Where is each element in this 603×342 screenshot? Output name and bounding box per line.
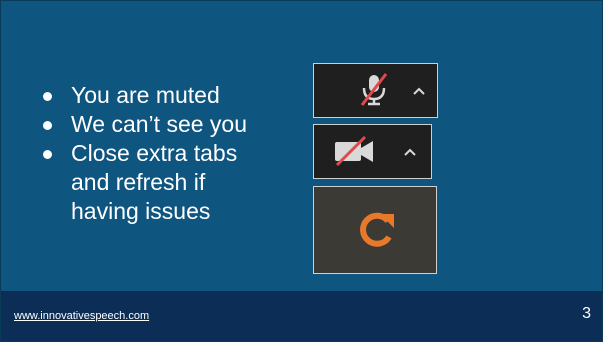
tip-text: having issues <box>71 198 211 224</box>
tip-refresh-cont: and refresh if <box>41 168 247 197</box>
bullet-dot <box>43 150 52 159</box>
refresh-icon[interactable] <box>354 208 398 252</box>
tip-text: We can’t see you <box>71 111 248 137</box>
muted-microphone-icon[interactable] <box>354 71 394 109</box>
bullet-dot <box>43 92 52 101</box>
mute-control[interactable] <box>313 63 438 118</box>
tips-list: You are muted We can’t see you Close ext… <box>41 81 247 226</box>
tip-text: and refresh if <box>71 169 206 195</box>
camera-off-icon[interactable] <box>331 136 379 166</box>
video-control[interactable] <box>313 124 432 179</box>
chevron-up-icon[interactable] <box>403 147 417 157</box>
slide-number: 3 <box>582 305 591 322</box>
website-link[interactable]: www.innovativespeech.com <box>14 310 149 322</box>
tip-text: Close extra tabs <box>71 140 238 166</box>
bullet-dot <box>43 121 52 130</box>
refresh-control[interactable] <box>313 186 437 274</box>
tip-text: You are muted <box>71 82 220 108</box>
footer-bar: www.innovativespeech.com 3 <box>1 291 602 341</box>
tip-refresh: Close extra tabs <box>41 139 247 168</box>
tip-muted: You are muted <box>41 81 247 110</box>
tip-camera: We can’t see you <box>41 110 247 139</box>
presentation-slide: You are muted We can’t see you Close ext… <box>0 0 603 342</box>
tip-refresh-cont: having issues <box>41 197 247 226</box>
chevron-up-icon[interactable] <box>412 86 426 96</box>
